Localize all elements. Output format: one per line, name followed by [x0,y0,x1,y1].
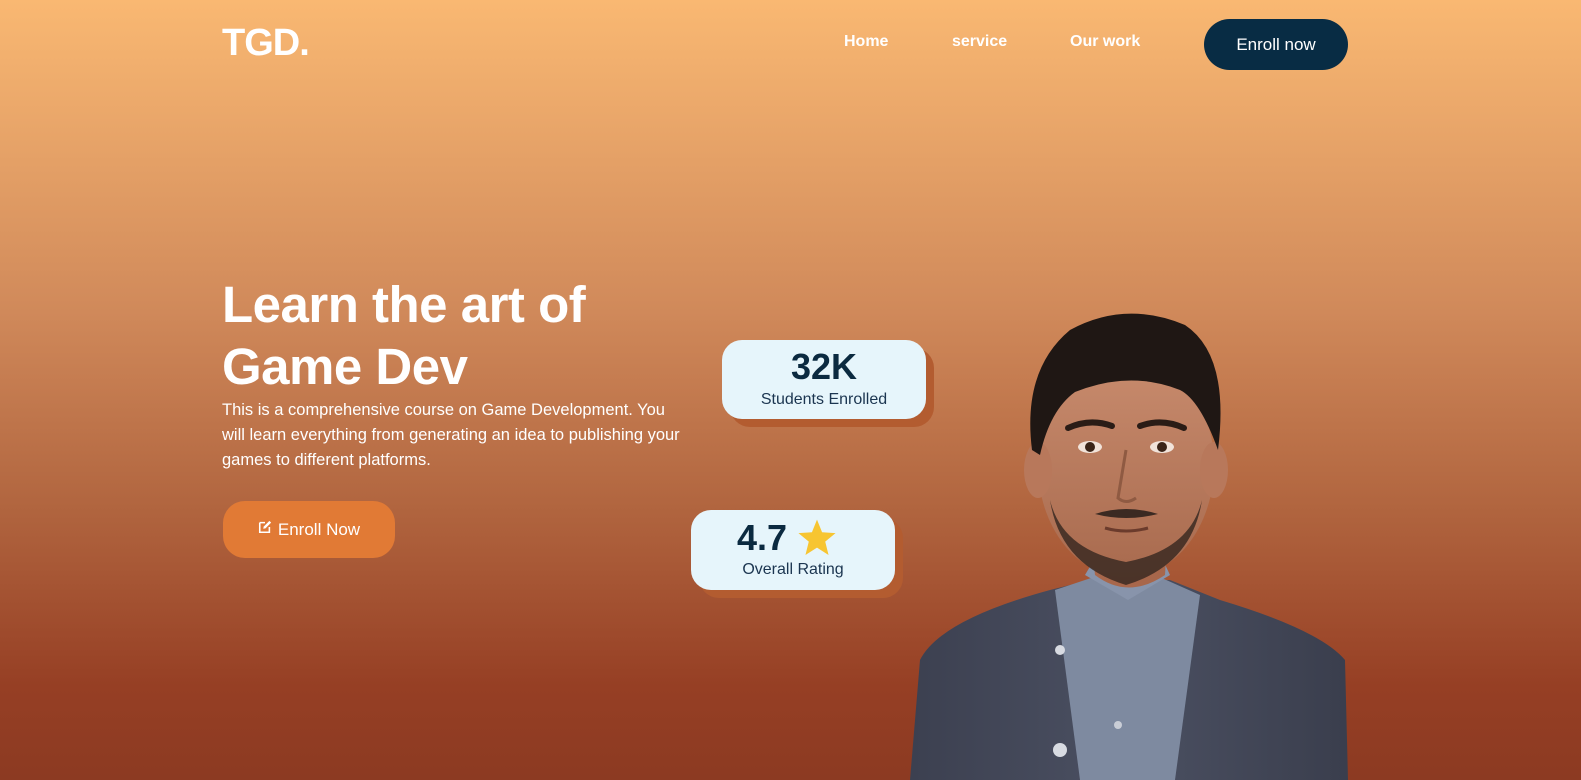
rating-stat-card: 4.7 Overall Rating [691,510,895,590]
rating-row: 4.7 [691,510,895,559]
instructor-portrait [910,313,1348,780]
nav-link-our-work[interactable]: Our work [1070,33,1140,51]
students-count: 32K [790,346,858,387]
rating-value: 4.7 [736,517,788,558]
hero-title-line1: Learn the art of [222,276,586,333]
logo[interactable]: TGD. [222,22,310,65]
students-label: Students Enrolled [760,391,888,408]
nav-link-home[interactable]: Home [844,33,888,51]
students-stat-card: 32K Students Enrolled [722,340,926,419]
hero-enroll-button[interactable]: Enroll Now [223,501,395,558]
hero-enroll-label: Enroll Now [277,519,361,539]
star-icon [798,519,836,555]
edit-icon [258,520,272,533]
nav-link-service[interactable]: service [952,33,1007,51]
hero-title: Learn the art of Game Dev [222,274,642,398]
rating-label: Overall Rating [742,561,844,578]
nav-enroll-button[interactable]: Enroll now [1204,19,1348,70]
landing-page: TGD. Home service Our work Enroll now Le… [0,0,1581,780]
hero-title-line2: Game Dev [222,338,468,395]
hero-description: This is a comprehensive course on Game D… [222,401,680,469]
